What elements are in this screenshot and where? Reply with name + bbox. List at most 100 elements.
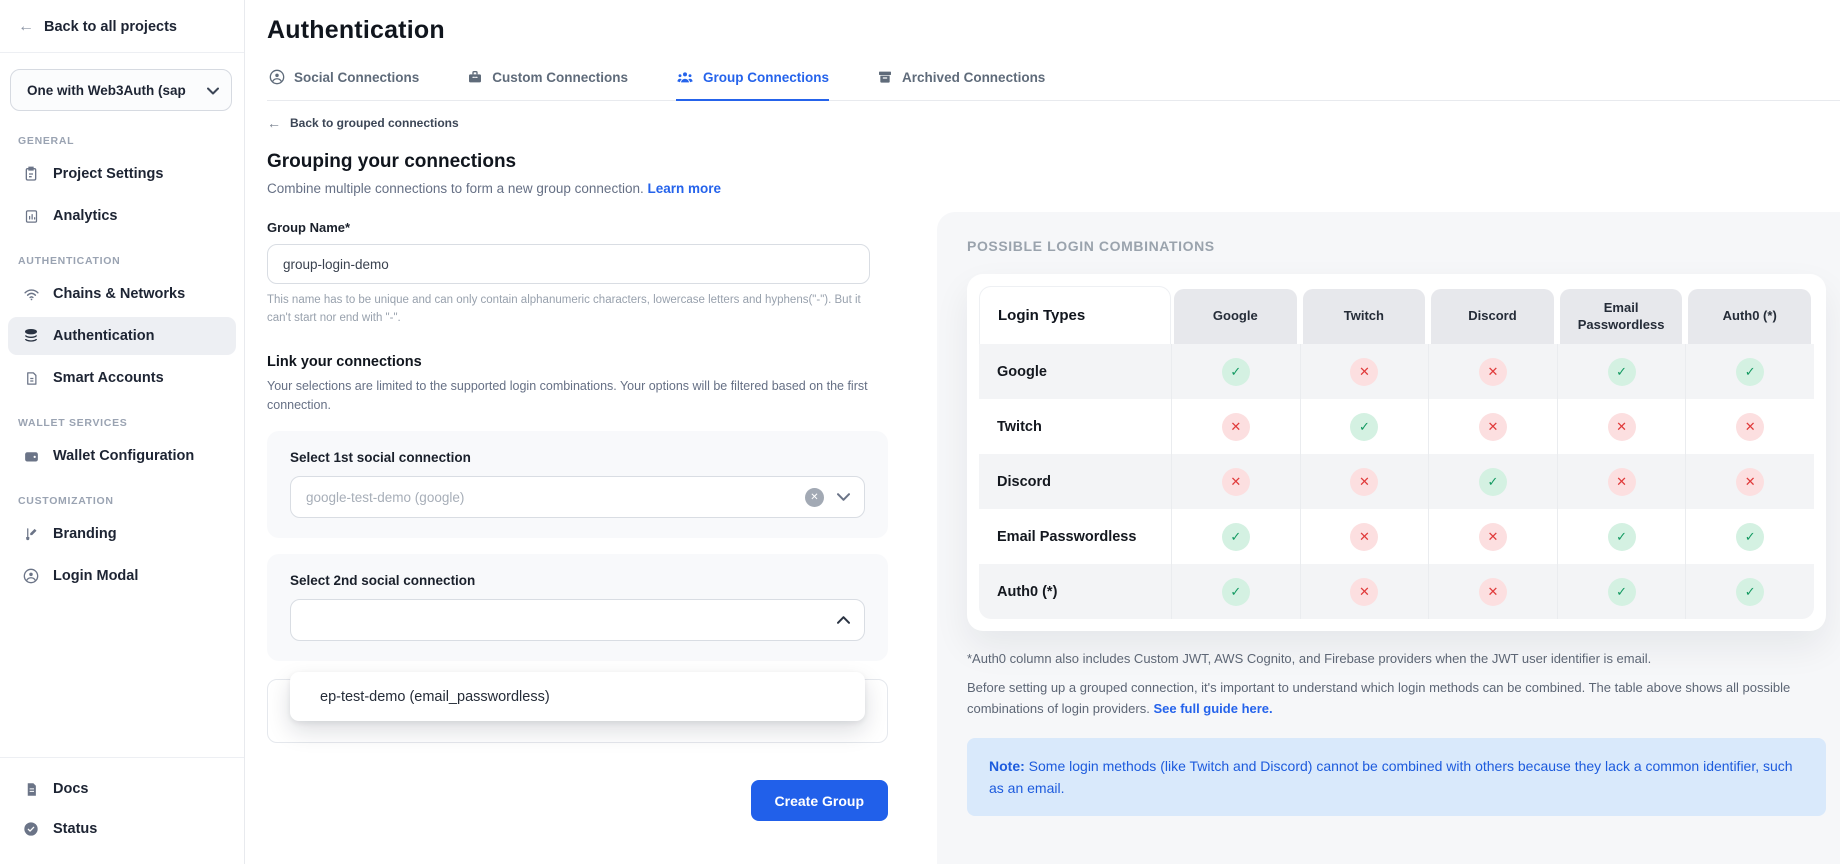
sidebar-item-chains-networks[interactable]: Chains & Networks	[8, 275, 236, 313]
row-label: Discord	[979, 454, 1171, 509]
sidebar-item-label: Status	[53, 821, 97, 837]
group-form-column: ← Back to grouped connections Grouping y…	[245, 101, 890, 864]
combinations-panel-title: POSSIBLE LOGIN COMBINATIONS	[967, 238, 1826, 254]
grouping-heading: Grouping your connections	[267, 151, 890, 173]
analytics-chart-icon	[22, 207, 40, 225]
toolbox-icon	[467, 69, 483, 85]
sidebar-item-label: Login Modal	[53, 568, 138, 584]
sidebar-item-docs[interactable]: Docs	[8, 770, 236, 808]
link-connections-description: Your selections are limited to the suppo…	[267, 377, 890, 416]
tab-group-connections[interactable]: Group Connections	[676, 69, 829, 101]
column-header-discord: Discord	[1431, 289, 1554, 344]
first-connection-card: Select 1st social connection google-test…	[267, 431, 888, 538]
group-name-helper: This name has to be unique and can only …	[267, 292, 877, 328]
select-2nd-label: Select 2nd social connection	[290, 573, 865, 588]
tab-label: Archived Connections	[902, 70, 1045, 85]
link-connections-title: Link your connections	[267, 354, 890, 370]
combinations-table: Login Types Google Twitch Discord Email …	[979, 286, 1814, 619]
back-to-grouped-connections-link[interactable]: ← Back to grouped connections	[267, 115, 890, 131]
group-name-label: Group Name*	[267, 220, 890, 235]
column-header-twitch: Twitch	[1303, 289, 1426, 344]
chevron-up-icon[interactable]	[837, 616, 850, 624]
tab-custom-connections[interactable]: Custom Connections	[467, 69, 628, 101]
clipboard-icon	[22, 165, 40, 183]
dropdown-option-ep-test-demo[interactable]: ep-test-demo (email_passwordless)	[290, 672, 865, 721]
person-circle-icon	[269, 69, 285, 85]
sidebar-item-login-modal[interactable]: Login Modal	[8, 557, 236, 595]
login-combinations-panel: POSSIBLE LOGIN COMBINATIONS Login Types …	[937, 212, 1840, 864]
combination-mark-icon	[1736, 468, 1764, 496]
person-circle-icon	[22, 567, 40, 585]
combination-mark-icon	[1479, 523, 1507, 551]
combination-mark-icon	[1608, 523, 1636, 551]
tab-label: Social Connections	[294, 70, 419, 85]
sidebar-divider	[0, 52, 244, 53]
sidebar-item-label: Docs	[53, 781, 88, 797]
sidebar-footer: Docs Status	[0, 757, 244, 864]
tab-label: Group Connections	[703, 70, 829, 85]
connection-dropdown-menu: ep-test-demo (email_passwordless)	[290, 672, 865, 721]
section-label-authentication: AUTHENTICATION	[0, 237, 244, 273]
sidebar-item-smart-accounts[interactable]: Smart Accounts	[8, 359, 236, 397]
chevron-down-icon	[207, 83, 219, 98]
combination-mark-icon	[1222, 468, 1250, 496]
see-full-guide-link[interactable]: See full guide here.	[1153, 701, 1272, 716]
combination-mark-icon	[1222, 578, 1250, 606]
combination-mark-icon	[1736, 413, 1764, 441]
row-label: Email Passwordless	[979, 509, 1171, 564]
combination-mark-icon	[1350, 358, 1378, 386]
chevron-down-icon[interactable]	[837, 493, 850, 501]
combination-mark-icon	[1608, 468, 1636, 496]
table-corner-header: Login Types	[979, 286, 1171, 344]
select-1st-connection[interactable]: google-test-demo (google) ✕	[290, 476, 865, 518]
archive-box-icon	[877, 69, 893, 85]
learn-more-link[interactable]: Learn more	[647, 181, 721, 196]
column-header-email-passwordless: Email Passwordless	[1560, 289, 1683, 344]
note-text: Some login methods (like Twitch and Disc…	[989, 758, 1793, 796]
tab-bar: Social Connections Custom Connections Gr…	[267, 69, 1840, 101]
docs-icon	[22, 780, 40, 798]
sidebar-item-status[interactable]: Status	[8, 810, 236, 848]
back-arrow-icon: ←	[267, 115, 281, 131]
combination-mark-icon	[1350, 578, 1378, 606]
combination-mark-icon	[1350, 413, 1378, 441]
group-name-value: group-login-demo	[283, 257, 389, 272]
sidebar-item-wallet-configuration[interactable]: Wallet Configuration	[8, 437, 236, 475]
sidebar-item-label: Authentication	[53, 328, 155, 344]
sidebar-item-branding[interactable]: Branding	[8, 515, 236, 553]
check-circle-icon	[22, 820, 40, 838]
sidebar-item-analytics[interactable]: Analytics	[8, 197, 236, 235]
combination-mark-icon	[1350, 523, 1378, 551]
select-2nd-connection[interactable]	[290, 599, 865, 641]
section-label-wallet-services: WALLET SERVICES	[0, 399, 244, 435]
group-name-input[interactable]: group-login-demo	[267, 244, 870, 284]
combination-mark-icon	[1736, 523, 1764, 551]
section-label-customization: CUSTOMIZATION	[0, 477, 244, 513]
select-1st-label: Select 1st social connection	[290, 450, 865, 465]
project-selector-value: One with Web3Auth (sap	[27, 83, 186, 98]
stack-icon	[22, 327, 40, 345]
sidebar-item-authentication[interactable]: Authentication	[8, 317, 236, 355]
tab-archived-connections[interactable]: Archived Connections	[877, 69, 1045, 101]
create-group-button[interactable]: Create Group	[751, 780, 888, 821]
sidebar-item-label: Smart Accounts	[53, 370, 164, 386]
document-icon	[22, 369, 40, 387]
note-box: Note: Some login methods (like Twitch an…	[967, 738, 1826, 817]
tab-social-connections[interactable]: Social Connections	[269, 69, 419, 101]
clear-selection-icon[interactable]: ✕	[805, 488, 824, 507]
branding-pen-icon	[22, 525, 40, 543]
project-selector-dropdown[interactable]: One with Web3Auth (sap	[10, 69, 232, 111]
combination-mark-icon	[1608, 413, 1636, 441]
column-header-auth0: Auth0 (*)	[1688, 289, 1811, 344]
column-header-google: Google	[1174, 289, 1297, 344]
back-to-projects-link[interactable]: ← Back to all projects	[0, 18, 244, 52]
sidebar-item-project-settings[interactable]: Project Settings	[8, 155, 236, 193]
combination-mark-icon	[1608, 358, 1636, 386]
row-label: Twitch	[979, 399, 1171, 454]
combination-mark-icon	[1479, 413, 1507, 441]
section-label-general: GENERAL	[0, 117, 244, 153]
row-label: Google	[979, 344, 1171, 399]
app-window: ← Back to all projects One with Web3Auth…	[0, 0, 1840, 864]
sidebar-item-label: Project Settings	[53, 166, 163, 182]
tab-label: Custom Connections	[492, 70, 628, 85]
